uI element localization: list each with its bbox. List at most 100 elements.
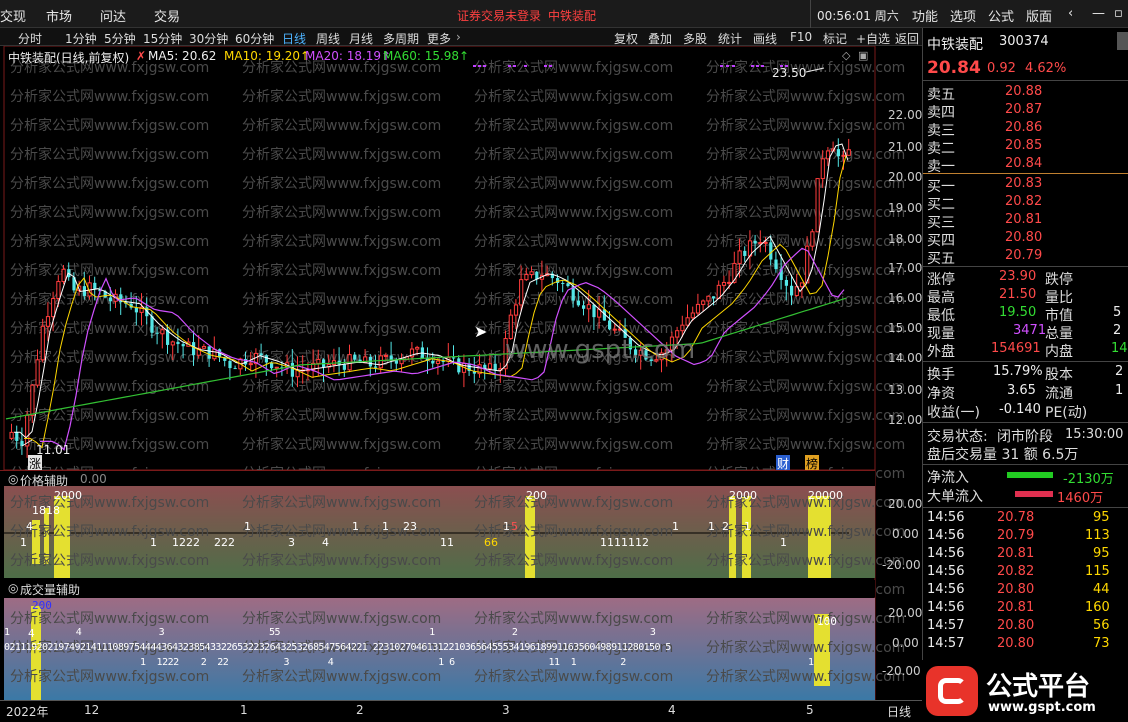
center-watermark: www.gspt.com: [505, 335, 696, 365]
ask-price[interactable]: 20.88: [1005, 84, 1042, 99]
menu-wenda[interactable]: 问达: [100, 6, 126, 25]
stat-key: 涨停: [927, 272, 955, 288]
stat-value: 3471: [1013, 323, 1047, 338]
tool-add-watchlist[interactable]: +自选: [856, 30, 890, 47]
ask-price[interactable]: 20.87: [1005, 102, 1042, 117]
menu-trade[interactable]: 交易: [154, 6, 180, 25]
up-arrow-icon: ✗: [136, 49, 147, 63]
period-60min[interactable]: 60分钟: [235, 30, 274, 47]
aux-num: 5: [511, 520, 518, 533]
tool-fuquan[interactable]: 复权: [614, 30, 638, 47]
tick-price: 20.81: [997, 600, 1035, 615]
period-fenshi[interactable]: 分时: [18, 30, 42, 47]
candle-body: [61, 268, 66, 283]
period-15min[interactable]: 15分钟: [143, 30, 182, 47]
ask-price[interactable]: 20.84: [1005, 156, 1042, 171]
restore-icon[interactable]: ▫: [1114, 6, 1123, 21]
candle-body: [134, 307, 138, 313]
watermark-text: 分析家公式网www.fxjgsw.com: [242, 204, 441, 221]
quote-stock-name: 中铁装配: [927, 37, 983, 53]
candle-body: [815, 178, 820, 233]
bid-price[interactable]: 20.80: [1005, 230, 1042, 245]
period-30min[interactable]: 30分钟: [189, 30, 228, 47]
aux-num: 1: [20, 536, 27, 549]
bid-price[interactable]: 20.83: [1005, 176, 1042, 191]
legend-stock-name[interactable]: 中铁装配(日线,前复权): [8, 49, 129, 66]
stat-key: 净资: [927, 386, 955, 402]
stat-value: 1: [1115, 383, 1124, 398]
candle-body: [170, 341, 175, 346]
candle-body: [524, 274, 529, 281]
big-inflow-value: 1460万: [1057, 491, 1104, 506]
tool-back[interactable]: 返回: [895, 30, 919, 47]
bid-price[interactable]: 20.79: [1005, 248, 1042, 263]
chevron-right-icon[interactable]: ›: [456, 30, 461, 44]
candle-body: [846, 149, 851, 156]
candle-body: [290, 362, 294, 377]
minimize-icon[interactable]: —: [1092, 6, 1105, 21]
menu-market[interactable]: 市场: [46, 6, 72, 25]
tick-time: 14:56: [927, 582, 965, 597]
tool-stats[interactable]: 统计: [718, 30, 742, 47]
price-aux-axis: 20.00 0.00 -20.00: [878, 484, 922, 584]
period-daily[interactable]: 日线: [282, 30, 306, 47]
candle-body: [160, 329, 165, 335]
aux-num: 3: [288, 536, 295, 549]
net-inflow-value: -2130万: [1063, 472, 1114, 487]
candle-body: [487, 363, 493, 370]
collapse-icon[interactable]: ◎: [8, 581, 18, 595]
diamond-icon[interactable]: ◇: [842, 49, 850, 62]
watermark-text: 分析家公式网www.fxjgsw.com: [706, 204, 905, 221]
vol-aux-num-row: 1 4 3 55 1 2 3: [4, 627, 656, 638]
candle-body: [810, 231, 815, 247]
ask-price[interactable]: 20.86: [1005, 120, 1042, 135]
back-arrow-icon[interactable]: ‹: [1068, 6, 1073, 21]
period-1min[interactable]: 1分钟: [65, 30, 97, 47]
candle-body: [228, 360, 232, 369]
aux-num: 4: [322, 536, 329, 549]
menu-layout[interactable]: 版面: [1026, 6, 1052, 25]
period-label[interactable]: 日线: [887, 703, 911, 720]
watermark-text: 分析家公式网www.fxjgsw.com: [242, 436, 441, 453]
tick-price: 20.80: [997, 582, 1035, 597]
period-more[interactable]: 更多: [427, 30, 451, 47]
period-toolbar: 分时 1分钟 5分钟 15分钟 30分钟 60分钟 日线 周线 月线 多周期 更…: [0, 28, 922, 46]
window-toggle-icon[interactable]: ▣: [858, 49, 868, 62]
tick-volume: 44: [1093, 582, 1110, 597]
stat-value: 21.50: [999, 287, 1037, 302]
watermark-text: 分析家公式网www.fxjgsw.com: [474, 146, 673, 163]
bid-price[interactable]: 20.82: [1005, 194, 1042, 209]
watermark-text: 分析家公式网www.fxjgsw.com: [474, 175, 673, 192]
date-axis: 2022年 12 1 2 3 4 5 日线: [0, 700, 922, 722]
menu-trade-prefix[interactable]: 交现: [0, 6, 26, 25]
candle-body: [274, 366, 279, 369]
menu-options[interactable]: 选项: [950, 6, 976, 25]
tool-f10[interactable]: F10: [790, 30, 812, 44]
tool-overlay[interactable]: 叠加: [648, 30, 672, 47]
big-inflow-label: 大单流入: [927, 489, 983, 505]
candle-body: [56, 281, 61, 300]
tool-draw[interactable]: 画线: [753, 30, 777, 47]
period-5min[interactable]: 5分钟: [104, 30, 136, 47]
vol-aux-title[interactable]: 成交量辅助: [20, 581, 80, 598]
period-weekly[interactable]: 周线: [316, 30, 340, 47]
quote-pct: 4.62%: [1025, 61, 1067, 76]
side-tab[interactable]: [1117, 32, 1128, 50]
tool-multistock[interactable]: 多股: [683, 30, 707, 47]
ask-price[interactable]: 20.85: [1005, 138, 1042, 153]
stat-key: 最低: [927, 308, 955, 324]
tool-mark[interactable]: 标记: [823, 30, 847, 47]
menu-function[interactable]: 功能: [912, 6, 938, 25]
candle-body: [415, 346, 420, 350]
tick-volume: 95: [1093, 546, 1110, 561]
bid-price[interactable]: 20.81: [1005, 212, 1042, 227]
candle-body: [181, 344, 185, 347]
period-monthly[interactable]: 月线: [349, 30, 373, 47]
collapse-icon[interactable]: ◎: [8, 472, 18, 486]
candle-body: [233, 368, 237, 370]
login-warning[interactable]: 证券交易未登录: [457, 7, 541, 24]
price-axis-label: 19.00: [888, 201, 923, 215]
period-multi[interactable]: 多周期: [383, 30, 419, 47]
watermark-text: 分析家公式网www.fxjgsw.com: [474, 88, 673, 105]
menu-formula[interactable]: 公式: [988, 6, 1014, 25]
